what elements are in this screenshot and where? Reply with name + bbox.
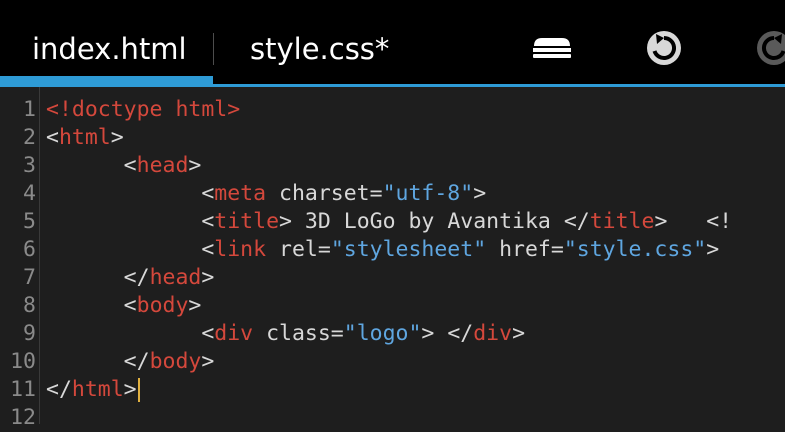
gutter-divider bbox=[39, 87, 40, 424]
code-text: <html> bbox=[46, 124, 124, 152]
code-token-bracket: > bbox=[188, 293, 202, 318]
line-number: 3 bbox=[23, 153, 36, 178]
code-token-tag: html bbox=[58, 125, 111, 150]
code-token-bracket: > bbox=[473, 181, 487, 206]
code-token-bracket: > bbox=[188, 153, 202, 178]
code-token-bracket: < bbox=[123, 153, 137, 178]
code-token-bracket: </ bbox=[447, 321, 474, 346]
code-text: <head> bbox=[46, 152, 202, 180]
undo-button[interactable] bbox=[638, 24, 690, 72]
code-token-bracket: > bbox=[110, 125, 124, 150]
code-token-tag: title bbox=[589, 209, 655, 234]
code-token-doctype: <!doctype html> bbox=[46, 97, 241, 122]
tab-bar: index.html style.css* bbox=[0, 0, 785, 87]
menu-button[interactable] bbox=[526, 24, 578, 72]
code-text: <body> bbox=[46, 292, 202, 320]
code-token-str: "stylesheet" bbox=[330, 237, 487, 262]
code-text: </head> bbox=[46, 264, 215, 292]
code-token-str: "utf-8" bbox=[382, 181, 474, 206]
line-number: 9 bbox=[23, 321, 36, 346]
code-token-tag: head bbox=[136, 153, 189, 178]
code-token-bracket: > bbox=[123, 377, 137, 402]
code-token-str: "logo" bbox=[343, 321, 422, 346]
code-token-attr: rel= bbox=[266, 237, 331, 262]
code-token-bracket: > bbox=[421, 321, 435, 346]
code-token-attr: href= bbox=[486, 237, 564, 262]
line-number: 2 bbox=[23, 125, 36, 150]
redo-icon bbox=[757, 31, 785, 65]
code-text: <div class="logo"> </div> bbox=[46, 320, 525, 348]
code-text: </html> bbox=[46, 376, 140, 404]
text-cursor bbox=[137, 378, 140, 402]
code-token-bracket: < bbox=[201, 181, 215, 206]
code-token-tag: div bbox=[473, 321, 513, 346]
code-text: </body> bbox=[46, 348, 215, 376]
tab-style-css[interactable]: style.css* bbox=[250, 26, 389, 72]
tab-index-html[interactable]: index.html bbox=[32, 26, 187, 72]
line-number: 7 bbox=[23, 265, 36, 290]
code-editor[interactable]: 1 <!doctype html> 2 <html> 3 <head> 4 <meta c… bbox=[0, 87, 785, 430]
line-number: 1 bbox=[23, 97, 36, 122]
code-token-tag: meta bbox=[214, 181, 267, 206]
code-token-bracket: </ bbox=[563, 209, 590, 234]
code-token-bracket: </ bbox=[123, 265, 150, 290]
code-token-tag: title bbox=[214, 209, 280, 234]
line-number: 10 bbox=[10, 349, 36, 374]
redo-button[interactable] bbox=[748, 24, 785, 72]
menu-icon bbox=[533, 38, 571, 58]
code-token-bracket: > bbox=[654, 209, 668, 234]
code-token-str: "style.css" bbox=[563, 237, 707, 262]
code-token-tag: html bbox=[71, 377, 124, 402]
code-token-bracket: > bbox=[706, 237, 720, 262]
code-token-bracket: < bbox=[46, 125, 59, 150]
code-text: <meta charset="utf-8"> bbox=[46, 180, 486, 208]
code-text: <title> 3D LoGo by Avantika </title> <! bbox=[46, 208, 732, 236]
code-token-bracket: <! bbox=[706, 209, 733, 234]
code-token-bracket: < bbox=[201, 237, 215, 262]
code-token-tag: link bbox=[214, 237, 267, 262]
code-text: <link rel="stylesheet" href="style.css"> bbox=[46, 236, 719, 264]
code-text: <!doctype html> bbox=[46, 96, 240, 124]
code-token-bracket: </ bbox=[123, 349, 150, 374]
line-number: 11 bbox=[10, 377, 36, 402]
code-token-bracket: > bbox=[201, 349, 215, 374]
code-token-bracket: > bbox=[512, 321, 526, 346]
code-token-attr: charset= bbox=[266, 181, 383, 206]
code-token-tag: body bbox=[149, 349, 202, 374]
code-token-tag: div bbox=[214, 321, 254, 346]
tab-divider bbox=[213, 33, 214, 65]
line-number: 4 bbox=[23, 181, 36, 206]
undo-icon bbox=[647, 31, 681, 65]
code-token-bracket: </ bbox=[46, 377, 72, 402]
line-number: 6 bbox=[23, 237, 36, 262]
code-token-tag: body bbox=[136, 293, 189, 318]
line-number: 8 bbox=[23, 293, 36, 318]
code-token-bracket: < bbox=[201, 209, 215, 234]
line-number: 5 bbox=[23, 209, 36, 234]
code-token-bracket: < bbox=[123, 293, 137, 318]
code-token-attr: class= bbox=[253, 321, 344, 346]
line-number: 12 bbox=[10, 405, 36, 430]
code-token-bracket: > bbox=[201, 265, 215, 290]
code-token-text: 3D LoGo by Avantika bbox=[291, 209, 564, 234]
code-token-bracket: > bbox=[279, 209, 292, 234]
code-token-bracket: < bbox=[201, 321, 215, 346]
code-token-tag: head bbox=[149, 265, 202, 290]
